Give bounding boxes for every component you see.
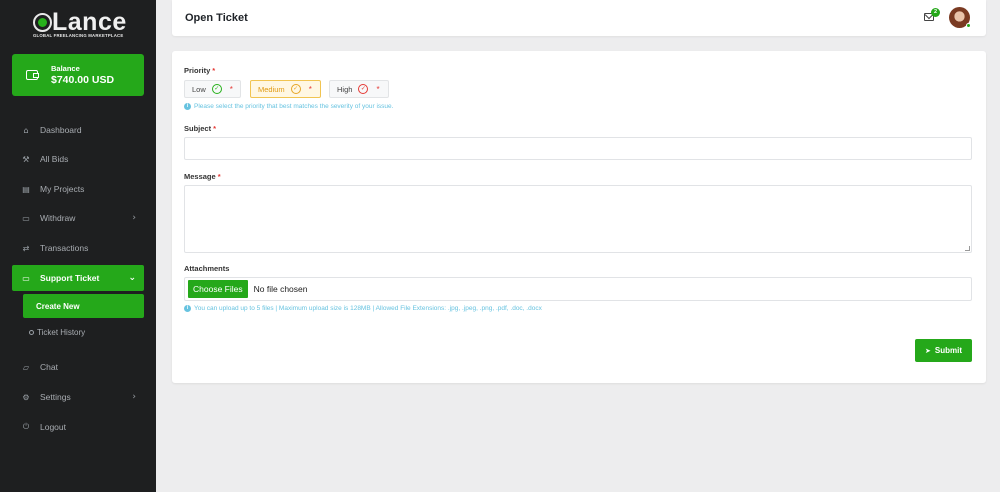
check-circle-icon: ✓ xyxy=(211,84,222,94)
power-icon: ⏻ xyxy=(22,422,30,431)
brand-tagline: GLOBAL FREELANCING MARKETPLACE xyxy=(33,33,124,38)
gear-icon: ⚙ xyxy=(22,392,30,402)
chevron-right-icon: › xyxy=(132,213,136,223)
ticket-form: Priority * Low ✓ * Medium ✓ * High ✓ * i … xyxy=(172,51,986,383)
chevron-right-icon: › xyxy=(132,392,136,402)
sidebar-item-chat[interactable]: ▱ Chat xyxy=(12,354,144,380)
sidebar-item-label: Support Ticket xyxy=(40,273,100,283)
priority-option-high[interactable]: High ✓ * xyxy=(329,80,389,98)
file-status: No file chosen xyxy=(253,284,308,294)
sidebar-item-label: Transactions xyxy=(40,243,89,253)
sidebar-item-label: Withdraw xyxy=(40,213,76,223)
sidebar: Lance GLOBAL FREELANCING MARKETPLACE Bal… xyxy=(0,0,156,492)
balance-card: Balance $740.00 USD xyxy=(12,54,144,96)
sidebar-item-label: Logout xyxy=(40,422,66,432)
home-icon: ⌂ xyxy=(23,125,29,135)
brand-name: Lance xyxy=(52,8,127,36)
sidebar-item-logout[interactable]: ⏻ Logout xyxy=(12,414,144,440)
message-textarea[interactable] xyxy=(184,185,972,253)
wallet-icon xyxy=(26,70,39,80)
briefcase-icon: ▤ xyxy=(22,184,30,194)
priority-option-medium[interactable]: Medium ✓ * xyxy=(250,80,321,98)
sidebar-item-dashboard[interactable]: ⌂ Dashboard xyxy=(12,117,144,143)
choose-files-button[interactable]: Choose Files xyxy=(188,280,248,298)
sidebar-item-label: Settings xyxy=(40,392,71,402)
upload-hint: i You can upload up to 5 files | Maximum… xyxy=(184,305,542,312)
balance-label: Balance xyxy=(51,63,80,73)
logo-icon xyxy=(33,13,52,32)
sidebar-item-label: My Projects xyxy=(40,184,85,194)
top-bar: Open Ticket 2 xyxy=(172,0,986,36)
sidebar-subitem-label: Ticket History xyxy=(37,327,86,337)
check-circle-icon: ✓ xyxy=(290,84,301,94)
chat-icon: ▱ xyxy=(22,362,30,372)
check-circle-icon: ✓ xyxy=(358,84,369,94)
subject-label: Subject * xyxy=(184,124,217,133)
notification-badge: 2 xyxy=(931,8,940,17)
sidebar-item-withdraw[interactable]: ▭ Withdraw › xyxy=(12,205,144,231)
info-icon: i xyxy=(184,103,191,110)
submit-button[interactable]: ➤ Submit xyxy=(915,339,972,362)
sidebar-subitem-label: Create New xyxy=(36,301,80,311)
subject-input[interactable] xyxy=(184,137,972,160)
resize-handle-icon[interactable] xyxy=(965,246,970,251)
priority-option-low[interactable]: Low ✓ * xyxy=(184,80,241,98)
bullet-icon xyxy=(29,329,34,335)
sidebar-item-transactions[interactable]: ⇄ Transactions xyxy=(12,235,144,261)
sidebar-item-label: Chat xyxy=(40,362,58,372)
gavel-icon: ⚒ xyxy=(22,154,30,164)
brand-logo[interactable]: Lance xyxy=(33,10,127,35)
sidebar-item-my-projects[interactable]: ▤ My Projects xyxy=(12,176,144,202)
file-input[interactable]: Choose Files No file chosen xyxy=(184,277,972,301)
online-status-icon xyxy=(966,23,971,28)
message-label: Message * xyxy=(184,172,221,181)
wallet-icon: ▭ xyxy=(22,213,30,223)
sidebar-item-settings[interactable]: ⚙ Settings › xyxy=(12,384,144,410)
sidebar-subitem-create-new[interactable]: Create New xyxy=(23,294,144,318)
info-icon: i xyxy=(184,305,191,312)
chevron-down-icon: ⌄ xyxy=(128,273,136,283)
sidebar-item-label: Dashboard xyxy=(40,125,82,135)
send-icon: ➤ xyxy=(925,346,931,355)
ticket-icon: ▭ xyxy=(22,273,30,283)
attachments-label: Attachments xyxy=(184,264,230,273)
priority-label: Priority * xyxy=(184,66,216,75)
sidebar-subitem-ticket-history[interactable]: Ticket History xyxy=(23,320,144,344)
balance-amount: $740.00 USD xyxy=(51,73,115,86)
transfer-icon: ⇄ xyxy=(22,243,30,253)
priority-hint: i Please select the priority that best m… xyxy=(184,103,393,110)
page-title: Open Ticket xyxy=(185,12,248,24)
sidebar-item-all-bids[interactable]: ⚒ All Bids xyxy=(12,146,144,172)
sidebar-item-support-ticket[interactable]: ▭ Support Ticket ⌄ xyxy=(12,265,144,291)
sidebar-item-label: All Bids xyxy=(40,154,69,164)
